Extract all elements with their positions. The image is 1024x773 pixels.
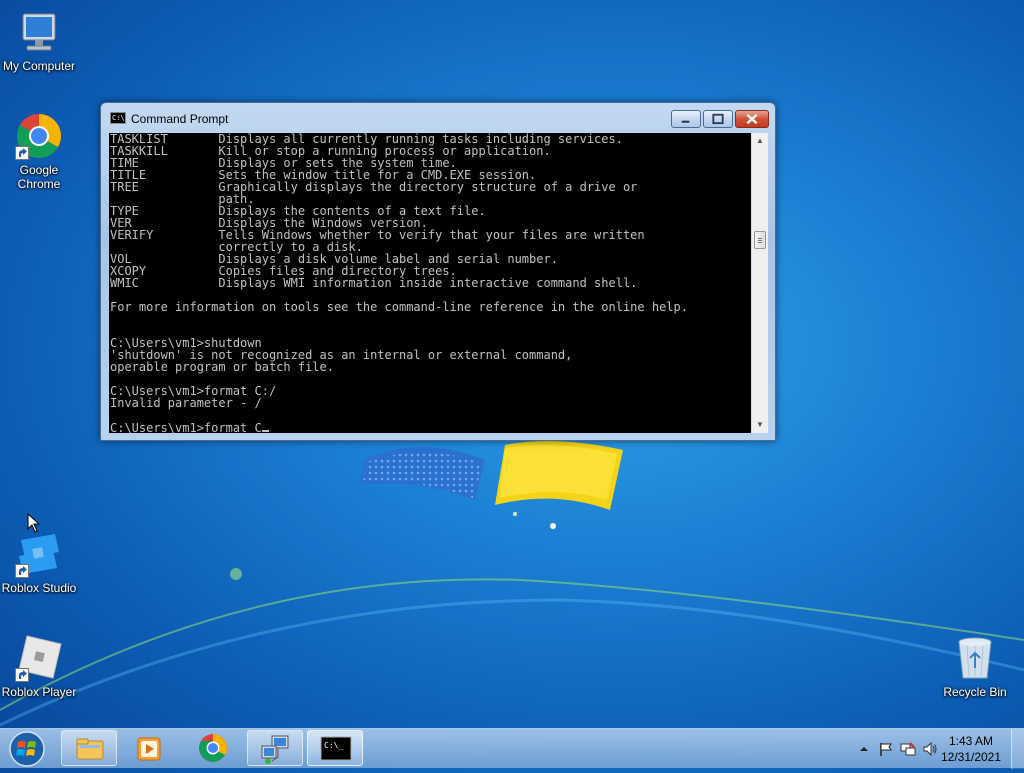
- desktop-icon-roblox-studio[interactable]: Roblox Studio: [0, 530, 81, 595]
- desktop-icon-label-line2: Chrome: [17, 177, 61, 191]
- shortcut-arrow-icon: [15, 146, 29, 160]
- clock-date: 12/31/2021: [940, 750, 1002, 764]
- scroll-up-arrow-icon[interactable]: ▲: [752, 133, 768, 149]
- shortcut-arrow-icon: [15, 668, 29, 682]
- action-center-flag-icon[interactable]: [878, 741, 894, 757]
- chrome-icon: [15, 112, 63, 160]
- chrome-icon: [199, 734, 227, 762]
- windows-start-orb-icon: [9, 731, 45, 767]
- taskbar-item-command-prompt[interactable]: C:\_: [307, 730, 363, 766]
- minimize-button[interactable]: [671, 110, 701, 128]
- maximize-button[interactable]: [703, 110, 733, 128]
- close-icon: [746, 113, 758, 125]
- close-button[interactable]: [735, 110, 769, 128]
- windows-explorer-icon: [76, 738, 104, 760]
- command-prompt-line: C:\Users\vm1>format C: [110, 421, 262, 433]
- minimize-icon: [681, 120, 690, 124]
- command-prompt-icon: C:\_: [320, 736, 352, 761]
- taskbar-item-network-computer[interactable]: [247, 730, 303, 766]
- maximize-icon: [712, 113, 724, 125]
- media-player-icon: [137, 737, 161, 761]
- mouse-cursor-icon: [27, 513, 41, 533]
- taskbar-item-media-player[interactable]: [121, 730, 177, 766]
- notification-area: 1:43 AM 12/31/2021: [834, 729, 1024, 769]
- desktop-icon-label: My Computer: [2, 59, 76, 73]
- console-text: TASKLIST Displays all currently running …: [109, 133, 751, 421]
- roblox-studio-icon: [15, 530, 63, 578]
- recycle-bin-icon: [951, 634, 999, 682]
- text-cursor: [261, 421, 269, 432]
- console-line: WMIC Displays WMI information inside int…: [110, 276, 638, 290]
- console-line: For more information on tools see the co…: [110, 300, 688, 314]
- clock-time: 1:43 AM: [948, 734, 994, 748]
- network-computer-icon: [261, 735, 289, 764]
- desktop-icon-recycle-bin[interactable]: Recycle Bin: [933, 634, 1017, 699]
- start-button[interactable]: [3, 730, 51, 768]
- command-prompt-icon[interactable]: C:\: [110, 112, 126, 124]
- console-line: operable program or batch file.: [110, 360, 334, 374]
- taskbar: C:\_ 1:43 AM 12/31/2021: [0, 728, 1024, 769]
- computer-icon: [15, 8, 63, 56]
- network-icon[interactable]: [900, 741, 916, 757]
- scroll-down-arrow-icon[interactable]: ▼: [752, 417, 768, 433]
- desktop-icon-label: Recycle Bin: [943, 685, 1007, 699]
- roblox-player-icon: [15, 634, 63, 682]
- desktop-icon-label-line1: Google: [19, 163, 59, 177]
- command-prompt-icon-text: C:\_: [324, 741, 343, 750]
- desktop-icon-google-chrome[interactable]: Google Chrome: [0, 112, 81, 191]
- show-desktop-button[interactable]: [1011, 729, 1024, 769]
- taskbar-item-chrome[interactable]: [185, 730, 241, 766]
- command-prompt-window[interactable]: C:\ Command Prompt TASKLIST Displays all…: [100, 102, 776, 441]
- window-titlebar[interactable]: C:\ Command Prompt: [101, 103, 775, 131]
- scrollbar-thumb[interactable]: [754, 231, 766, 249]
- window-title: Command Prompt: [131, 112, 229, 126]
- show-hidden-icons-icon[interactable]: [856, 741, 872, 757]
- system-clock[interactable]: 1:43 AM 12/31/2021: [936, 733, 1006, 765]
- wallpaper-swoosh: [0, 568, 1024, 727]
- desktop-icon-roblox-player[interactable]: Roblox Player: [0, 634, 81, 699]
- desktop-icon-label: Roblox Player: [1, 685, 77, 699]
- desktop-icon-label: Roblox Studio: [1, 581, 77, 595]
- console-line: Invalid parameter - /: [110, 396, 262, 410]
- shortcut-arrow-icon: [15, 564, 29, 578]
- vertical-scrollbar[interactable]: ▲ ▼: [751, 133, 768, 433]
- taskbar-item-windows-explorer[interactable]: [61, 730, 117, 766]
- desktop-icon-my-computer[interactable]: My Computer: [0, 8, 81, 73]
- wallpaper-windows-logo: [359, 441, 623, 529]
- console-output[interactable]: TASKLIST Displays all currently running …: [109, 133, 751, 433]
